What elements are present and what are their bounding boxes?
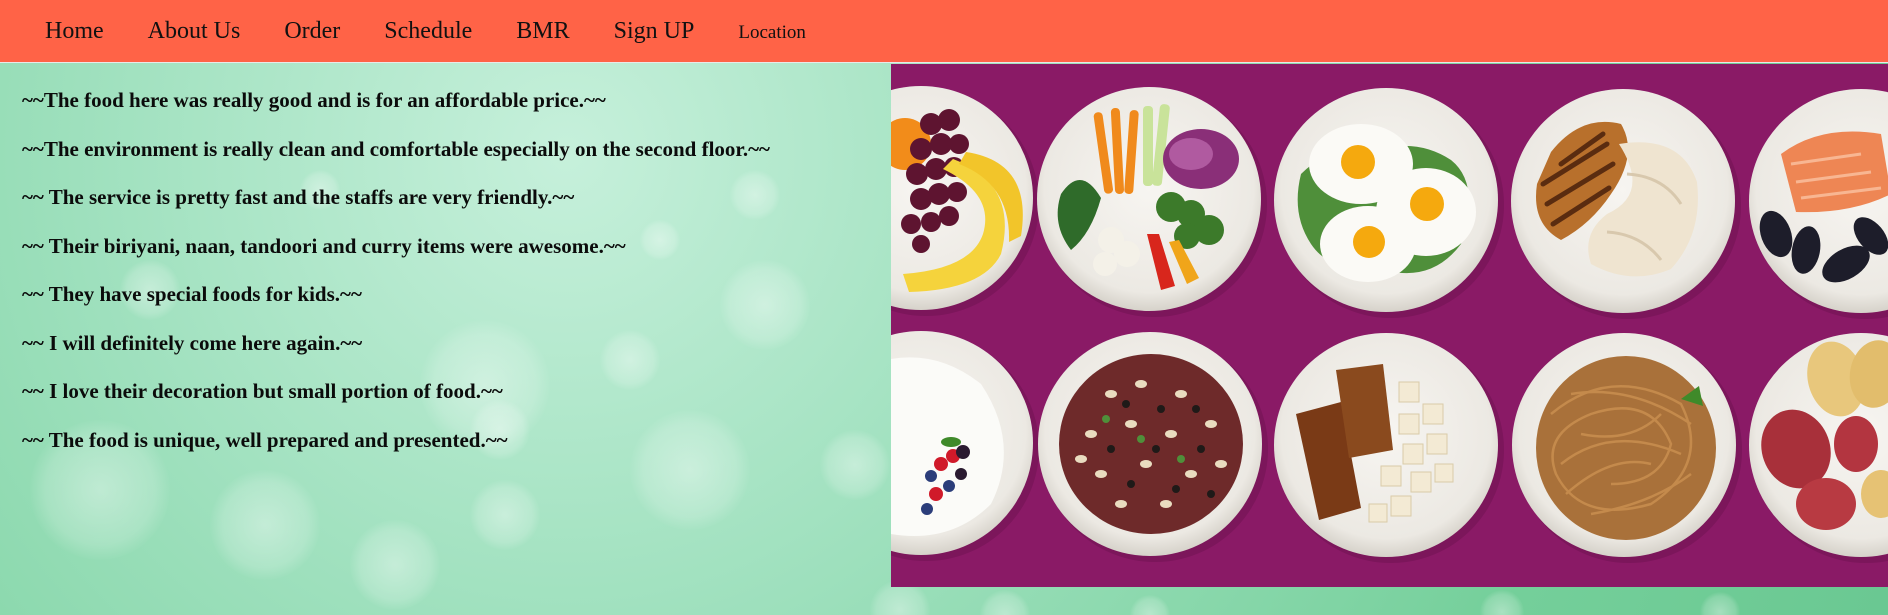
review-item: ~~The food here was really good and is f… xyxy=(22,88,606,112)
healthy-food-plates-image xyxy=(891,64,1888,587)
customer-reviews: ~~The food here was really good and is f… xyxy=(22,86,882,474)
plate-grilled-chicken-and-turkey xyxy=(1511,89,1741,319)
review-item: ~~ I will definitely come here again.~~ xyxy=(22,330,363,355)
plate-potatoes xyxy=(1749,333,1888,563)
plate-fruit xyxy=(891,86,1039,316)
nav-bmr-link[interactable]: BMR xyxy=(494,19,591,43)
nav-order-link[interactable]: Order xyxy=(262,19,362,43)
top-navbar: Home About Us Order Schedule BMR Sign UP… xyxy=(0,0,1888,63)
background-strip-below-image xyxy=(891,587,1888,615)
review-item: ~~The environment is really clean and co… xyxy=(22,136,770,161)
plate-whole-wheat-spaghetti xyxy=(1512,333,1742,563)
plate-fried-eggs xyxy=(1274,88,1504,318)
review-item: ~~ They have special foods for kids.~~ xyxy=(22,282,362,306)
plate-yogurt-with-berries xyxy=(891,331,1039,561)
plate-tofu-and-tempeh xyxy=(1274,333,1504,563)
nav-sign-up-link[interactable]: Sign UP xyxy=(592,19,717,43)
plate-bean-salad xyxy=(1038,332,1268,562)
nav-about-us-link[interactable]: About Us xyxy=(126,19,263,43)
plate-salmon-and-mussels xyxy=(1749,89,1888,319)
nav-schedule-link[interactable]: Schedule xyxy=(362,19,494,43)
plate-vegetables xyxy=(1037,87,1267,317)
review-item: ~~ Their biriyani, naan, tandoori and cu… xyxy=(22,233,626,258)
review-item: ~~ I love their decoration but small por… xyxy=(22,379,503,403)
review-item: ~~ The food is unique, well prepared and… xyxy=(22,427,508,452)
nav-home-link[interactable]: Home xyxy=(23,19,126,43)
nav-location-link[interactable]: Location xyxy=(716,20,828,42)
review-item: ~~ The service is pretty fast and the st… xyxy=(22,185,575,209)
